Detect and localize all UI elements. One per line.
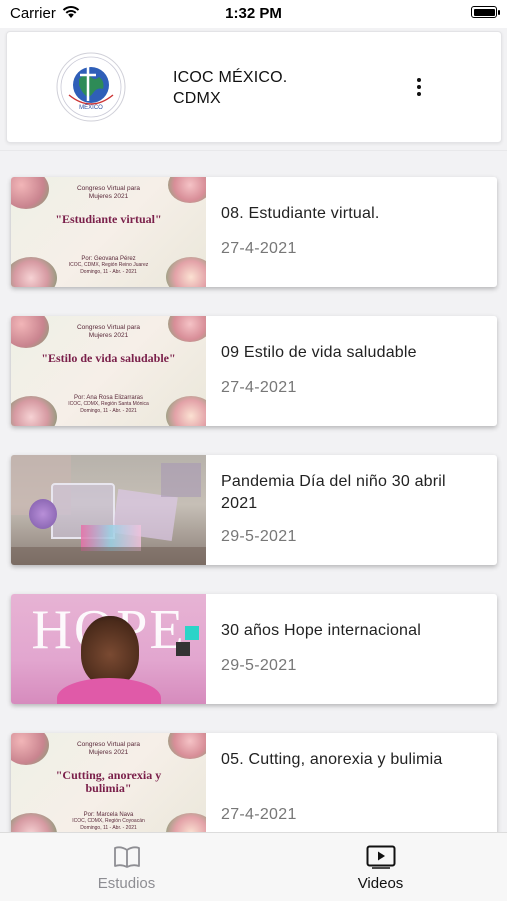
- video-card[interactable]: Pandemia Día del niño 30 abril 2021 29-5-…: [11, 455, 497, 565]
- book-icon: [0, 845, 253, 869]
- thumb-details2: Domingo, 11 - Abr. - 2021: [80, 824, 137, 831]
- video-title: 05. Cutting, anorexia y bulimia: [221, 751, 443, 768]
- thumb-event-line1: Congreso Virtual para: [76, 741, 141, 748]
- video-card[interactable]: Congreso Virtual para Mujeres 2021 "Cuttin…: [11, 733, 497, 832]
- thumb-event-line1: Congreso Virtual para: [76, 185, 141, 192]
- church-globe-logo: MÉXICO: [55, 51, 127, 123]
- thumb-event-line2: Mujeres 2021: [88, 193, 129, 200]
- thumb-event-line1: Congreso Virtual para: [76, 324, 141, 331]
- video-thumbnail: Congreso Virtual para Mujeres 2021 "Estilo…: [11, 316, 206, 426]
- video-card[interactable]: HOPE 30 años Hope internacional 29-5-2021: [11, 594, 497, 704]
- video-card[interactable]: Congreso Virtual para Mujeres 2021 "Estilo…: [11, 316, 497, 426]
- thumb-event-line2: Mujeres 2021: [88, 749, 129, 756]
- channel-title-line1: ICOC MÉXICO.: [173, 69, 288, 86]
- thumb-accent-square: [185, 626, 199, 640]
- tab-videos[interactable]: Videos: [254, 833, 507, 901]
- video-title: Pandemia Día del niño 30 abril 2021: [221, 473, 446, 512]
- thumb-details2: Domingo, 11 - Abr. - 2021: [80, 268, 137, 275]
- clock-time: 1:32 PM: [225, 5, 282, 22]
- video-thumbnail: Congreso Virtual para Mujeres 2021 "Estudi…: [11, 177, 206, 287]
- play-video-icon: [254, 845, 507, 869]
- video-date: 27-4-2021: [221, 806, 297, 823]
- thumb-headline: "Estudiante virtual": [55, 212, 162, 226]
- channel-title-line2: CDMX: [173, 90, 221, 107]
- more-vertical-icon[interactable]: [409, 70, 429, 104]
- video-date: 27-4-2021: [221, 379, 297, 396]
- video-card[interactable]: Congreso Virtual para Mujeres 2021 "Estudi…: [11, 177, 497, 287]
- video-title: 09 Estilo de vida saludable: [221, 344, 417, 361]
- video-title: 08. Estudiante virtual.: [221, 205, 380, 222]
- thumb-event-line2: Mujeres 2021: [88, 332, 129, 339]
- video-thumbnail: Congreso Virtual para Mujeres 2021 "Cuttin…: [11, 733, 206, 832]
- video-title: 30 años Hope internacional: [221, 622, 422, 639]
- tab-bar: Estudios Videos: [0, 832, 507, 901]
- thumb-person: [81, 616, 139, 686]
- thumb-headline: "Estilo de vida saludable": [41, 351, 176, 365]
- video-thumbnail: [11, 455, 206, 565]
- video-date: 27-4-2021: [221, 240, 297, 257]
- video-list[interactable]: Congreso Virtual para Mujeres 2021 "Estudi…: [0, 151, 507, 832]
- status-bar: Carrier 1:32 PM: [0, 0, 507, 28]
- channel-header: MÉXICO ICOC MÉXICO. CDMX: [6, 31, 502, 143]
- video-date: 29-5-2021: [221, 657, 297, 674]
- tab-videos-label: Videos: [357, 875, 404, 892]
- battery-icon: [471, 6, 500, 18]
- thumb-dark-square: [176, 642, 190, 656]
- thumb-headline: "Cutting, anorexia y bulimia": [55, 768, 162, 795]
- svg-text:MÉXICO: MÉXICO: [79, 104, 103, 111]
- channel-title: ICOC MÉXICO. CDMX: [173, 67, 287, 109]
- video-thumbnail: HOPE: [11, 594, 206, 704]
- tab-estudios-label: Estudios: [97, 875, 156, 892]
- thumb-details2: Domingo, 11 - Abr. - 2021: [80, 407, 137, 414]
- video-date: 29-5-2021: [221, 528, 297, 545]
- tab-estudios[interactable]: Estudios: [0, 833, 253, 901]
